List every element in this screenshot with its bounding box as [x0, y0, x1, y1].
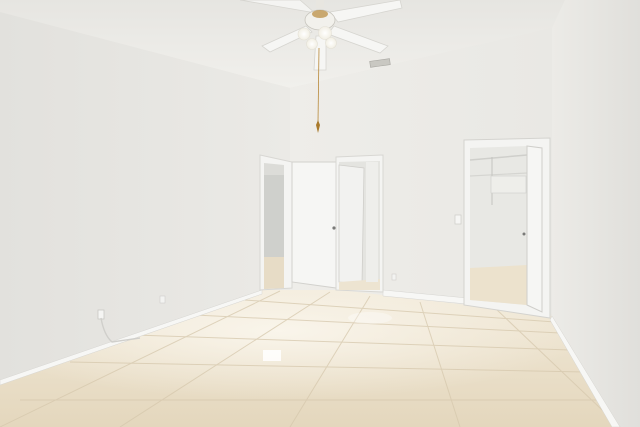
fan-light-bulb — [297, 27, 311, 41]
fan-light-bulb — [306, 38, 318, 50]
light-switch[interactable] — [454, 214, 462, 225]
doorway-left[interactable] — [259, 154, 293, 291]
bedroom-door-middle[interactable] — [291, 161, 337, 289]
room-scene — [0, 0, 640, 427]
doorway-middle — [335, 154, 384, 293]
electrical-outlet — [97, 309, 105, 320]
door-knob[interactable] — [522, 232, 526, 236]
door-knob[interactable] — [332, 226, 336, 230]
closet-door[interactable] — [526, 145, 543, 313]
fan-light-bulb — [325, 37, 337, 49]
floor-light-reflection — [263, 350, 281, 361]
closet-doorway[interactable] — [463, 137, 551, 319]
